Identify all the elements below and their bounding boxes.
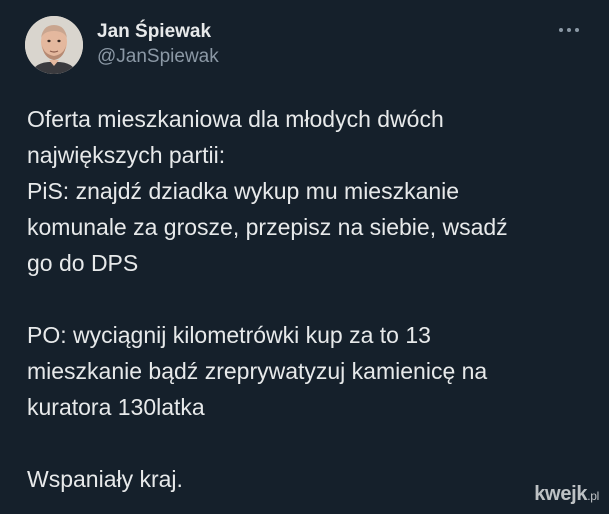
tweet-text-line: PiS: znajdź dziadka wykup mu mieszkanie (27, 178, 460, 204)
tweet-text-line: PO: wyciągnij kilometrówki kup za to 13 (27, 322, 431, 348)
avatar-image (25, 16, 83, 74)
tweet-card: Jan Śpiewak @JanSpiewak Oferta mieszkani… (0, 0, 609, 514)
tweet-text-line: Wspaniały kraj. (27, 466, 183, 492)
watermark-suffix: .pl (587, 489, 599, 503)
watermark-brand: kwejk (534, 483, 588, 505)
tweet-header: Jan Śpiewak @JanSpiewak (25, 16, 585, 76)
tweet-text: Oferta mieszkaniowa dla młodych dwóch na… (27, 101, 587, 497)
tweet-text-line: komunale za grosze, przepisz na siebie, … (27, 214, 508, 240)
author-names: Jan Śpiewak @JanSpiewak (97, 20, 219, 70)
tweet-text-line: największych partii: (27, 142, 226, 168)
avatar[interactable] (25, 16, 83, 74)
tweet-text-line: Oferta mieszkaniowa dla młodych dwóch (27, 106, 444, 132)
more-horizontal-icon[interactable] (556, 20, 582, 40)
author-display-name[interactable]: Jan Śpiewak (97, 20, 219, 44)
watermark: kwejk.pl (534, 483, 599, 506)
tweet-text-line: go do DPS (27, 250, 139, 276)
author-handle[interactable]: @JanSpiewak (97, 44, 219, 70)
tweet-text-line: kuratora 130latka (27, 394, 205, 420)
tweet-text-line: mieszkanie bądź zreprywatyzuj kamienicę … (27, 358, 488, 384)
